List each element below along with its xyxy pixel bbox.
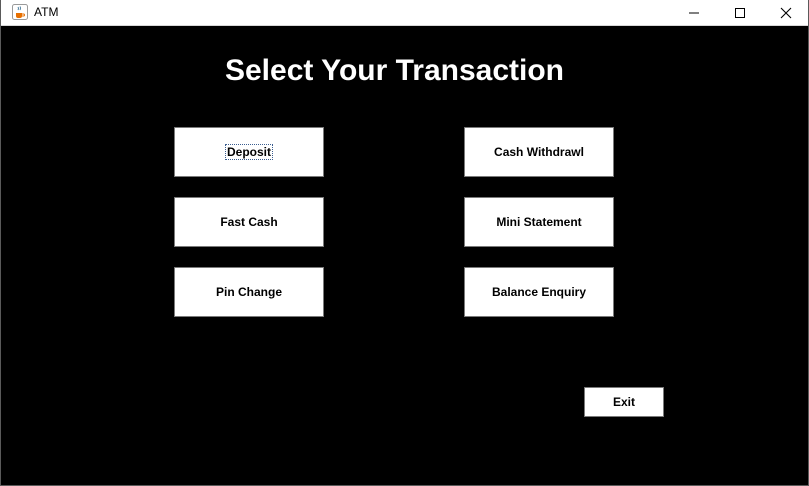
cash-withdrawl-button[interactable]: Cash Withdrawl — [464, 127, 614, 177]
page-title: Select Your Transaction — [224, 54, 564, 87]
exit-button[interactable]: Exit — [584, 387, 664, 417]
close-icon — [780, 7, 792, 19]
mini-statement-button[interactable]: Mini Statement — [464, 197, 614, 247]
maximize-button[interactable] — [717, 0, 763, 26]
maximize-icon — [734, 7, 746, 19]
mini-statement-button-label: Mini Statement — [496, 215, 582, 229]
exit-button-label: Exit — [612, 395, 635, 409]
pin-change-button-label: Pin Change — [215, 285, 282, 299]
fast-cash-button-label: Fast Cash — [220, 215, 278, 229]
deposit-button[interactable]: Deposit — [174, 127, 324, 177]
deposit-button-label: Deposit — [224, 144, 273, 160]
title-bar[interactable]: ATM — [1, 0, 808, 26]
cash-withdrawl-button-label: Cash Withdrawl — [494, 145, 584, 159]
balance-enquiry-button-label: Balance Enquiry — [491, 285, 587, 299]
minimize-button[interactable] — [671, 0, 717, 26]
java-cup-icon — [12, 4, 28, 20]
close-button[interactable] — [763, 0, 808, 26]
pin-change-button[interactable]: Pin Change — [174, 267, 324, 317]
transaction-panel: Select Your Transaction Deposit Cash Wit… — [1, 27, 808, 485]
window-title: ATM — [34, 5, 59, 19]
minimize-icon — [688, 7, 700, 19]
balance-enquiry-button[interactable]: Balance Enquiry — [464, 267, 614, 317]
atm-window: ATM Select Your Transaction Deposit Cash… — [0, 0, 809, 486]
fast-cash-button[interactable]: Fast Cash — [174, 197, 324, 247]
